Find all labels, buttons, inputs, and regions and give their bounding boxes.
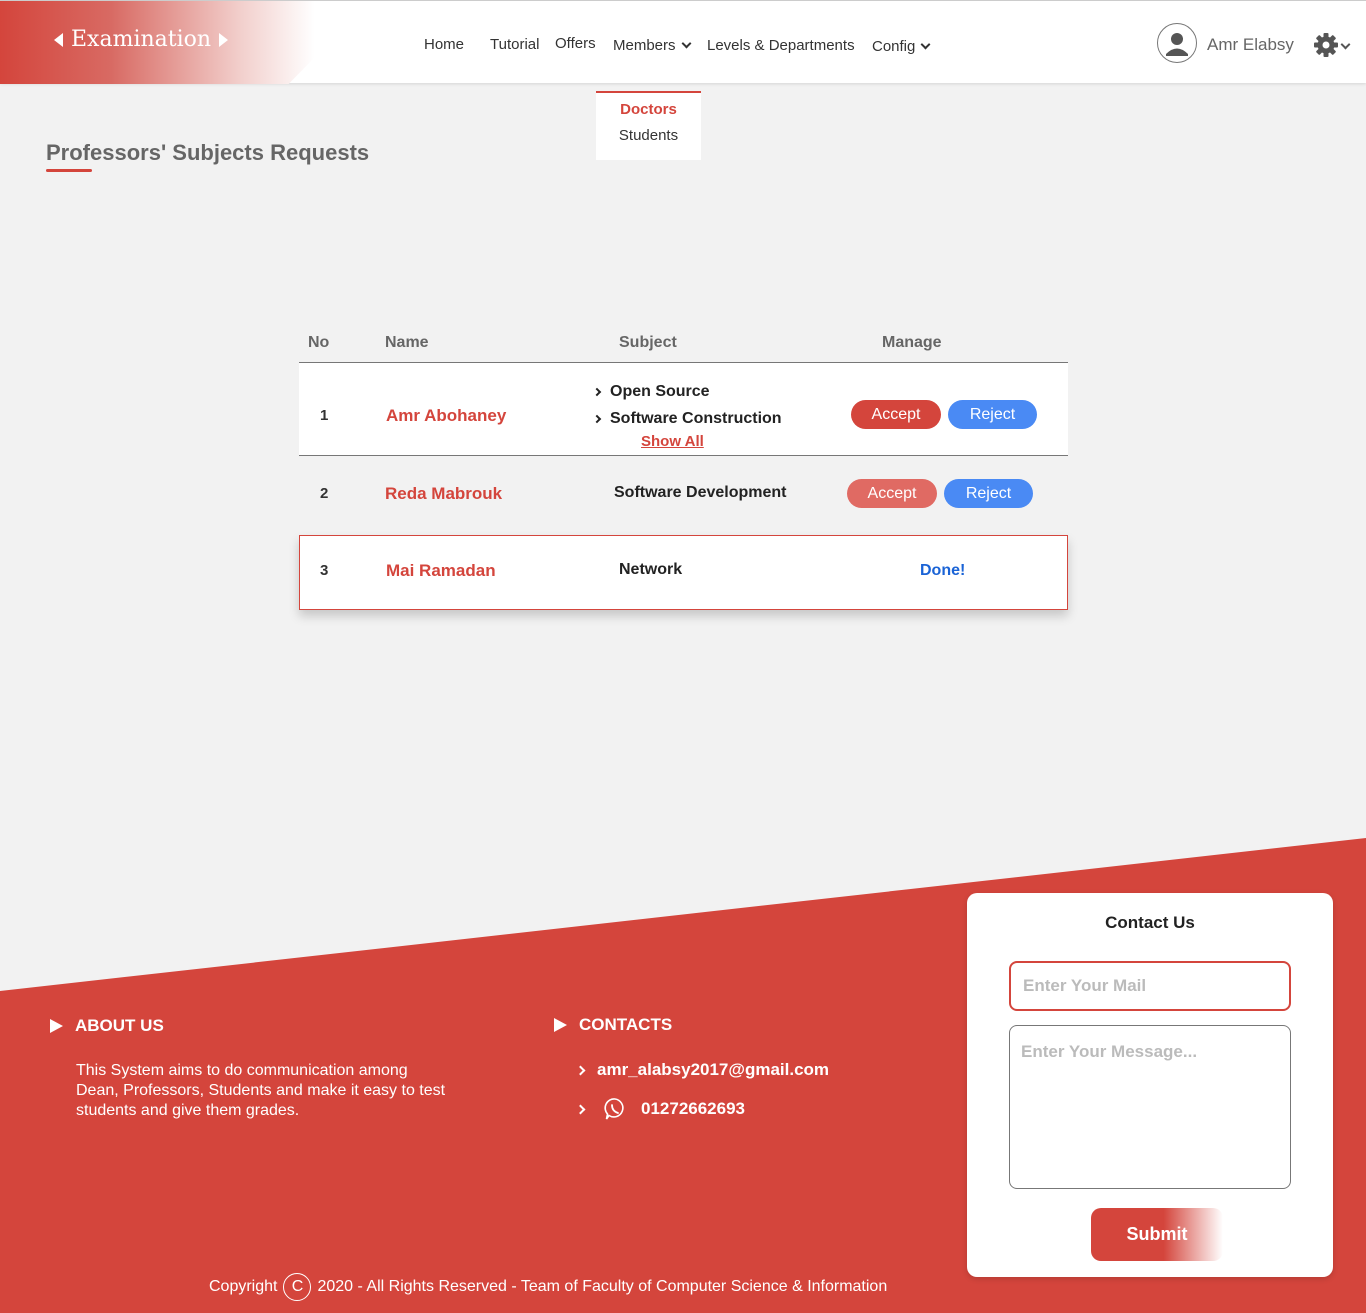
subject-name: Software Development: [614, 484, 787, 501]
brand-logo[interactable]: Examination: [54, 27, 229, 52]
chevron-down-icon[interactable]: [1340, 39, 1351, 50]
chevron-right-icon: [592, 387, 602, 397]
nav-home[interactable]: Home: [424, 36, 464, 53]
copyright-prefix: Copyright: [209, 1278, 278, 1295]
user-icon: [1166, 33, 1188, 56]
about-us-title: ABOUT US: [75, 1016, 164, 1035]
phone-number[interactable]: 01272662693: [641, 1099, 745, 1119]
dropdown-item-students[interactable]: Students: [596, 127, 701, 144]
user-name[interactable]: Amr Elabsy: [1207, 35, 1294, 55]
nav-members-label: Members: [613, 37, 676, 54]
reject-button[interactable]: Reject: [944, 479, 1033, 508]
contacts-title: CONTACTS: [579, 1015, 673, 1034]
brand-name: Examination: [71, 27, 212, 52]
about-us-text: This System aims to do communication amo…: [76, 1062, 446, 1119]
nav-tutorial[interactable]: Tutorial: [490, 36, 539, 53]
play-triangle-icon: [554, 1018, 567, 1032]
page-title: Professors' Subjects Requests: [46, 140, 370, 165]
subject-name: Network: [619, 561, 683, 578]
chevron-right-icon: [592, 414, 602, 424]
email-address[interactable]: amr_alabsy2017@gmail.com: [597, 1060, 829, 1080]
chevron-down-icon: [681, 38, 691, 49]
show-all-link[interactable]: Show All: [641, 433, 704, 450]
status-done: Done!: [920, 562, 966, 579]
accept-button[interactable]: Accept: [851, 400, 941, 429]
contact-email[interactable]: amr_alabsy2017@gmail.com: [575, 1060, 829, 1080]
nav-levels-departments[interactable]: Levels & Departments: [707, 37, 855, 54]
submit-button[interactable]: Submit: [1091, 1208, 1223, 1261]
subject-name: Open Source: [610, 383, 710, 400]
message-field[interactable]: [1009, 1025, 1291, 1189]
copyright: Copyright C 2020 - All Rights Reserved -…: [209, 1273, 887, 1301]
chevron-down-icon: [920, 39, 931, 50]
chevron-right-icon: [575, 1065, 586, 1075]
title-underline: [46, 169, 92, 172]
contacts-heading: CONTACTS: [554, 1015, 672, 1035]
members-dropdown-menu: Doctors Students: [596, 91, 701, 160]
professor-name[interactable]: Amr Abohaney: [386, 406, 506, 426]
caret-right-icon: [219, 32, 229, 47]
row-number: 2: [320, 485, 329, 502]
dropdown-item-doctors[interactable]: Doctors: [596, 101, 701, 118]
column-header-name: Name: [385, 334, 429, 351]
column-header-manage: Manage: [882, 334, 942, 351]
professor-name[interactable]: Reda Mabrouk: [385, 484, 502, 504]
nav-config[interactable]: Config: [872, 38, 931, 55]
subject-list-item: Software Construction: [592, 410, 782, 428]
professor-name[interactable]: Mai Ramadan: [386, 561, 496, 581]
copyright-icon: C: [283, 1273, 312, 1301]
nav-config-label: Config: [872, 38, 916, 55]
nav-members[interactable]: Members: [613, 37, 691, 54]
email-field[interactable]: [1009, 961, 1291, 1011]
reject-button[interactable]: Reject: [948, 400, 1037, 429]
row-number: 1: [320, 407, 329, 424]
about-us-heading: ABOUT US: [50, 1016, 164, 1036]
gear-icon[interactable]: [1313, 32, 1339, 58]
chevron-right-icon: [575, 1104, 586, 1114]
contact-phone[interactable]: 01272662693: [575, 1097, 745, 1121]
column-header-subject: Subject: [619, 334, 677, 351]
user-avatar[interactable]: [1157, 23, 1197, 63]
whatsapp-icon: [604, 1098, 624, 1120]
contact-us-title: Contact Us: [1105, 913, 1195, 932]
subject-name: Software Construction: [610, 410, 782, 427]
nav-offers[interactable]: Offers: [555, 35, 596, 52]
copyright-text: 2020 - All Rights Reserved - Team of Fac…: [317, 1278, 888, 1295]
row-number: 3: [320, 562, 329, 579]
column-header-no: No: [308, 334, 330, 351]
top-navbar: Examination Home Tutorial Offers Members…: [0, 0, 1366, 84]
play-triangle-icon: [50, 1019, 63, 1033]
caret-left-icon: [54, 32, 63, 47]
subject-list-item: Open Source: [592, 383, 710, 401]
contact-us-card: Contact Us Submit: [967, 893, 1333, 1277]
accept-button[interactable]: Accept: [847, 479, 937, 508]
